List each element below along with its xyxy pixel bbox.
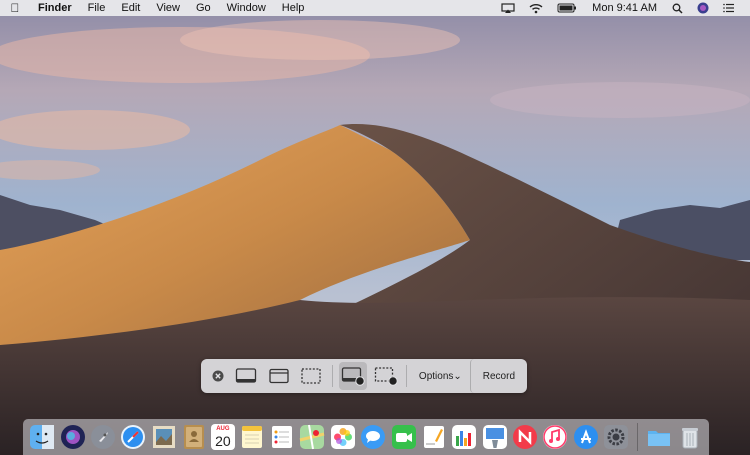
- dock-messages[interactable]: [360, 424, 386, 451]
- dock-app-store[interactable]: [573, 424, 599, 451]
- dock-keynote[interactable]: [481, 424, 507, 451]
- siri-icon: [60, 425, 85, 449]
- trash-icon: [681, 428, 698, 449]
- screenshot-toolbar: Options⌄ Record: [201, 359, 527, 393]
- menu-file[interactable]: File: [80, 0, 114, 16]
- options-menu-button[interactable]: Options⌄: [411, 362, 470, 390]
- dock-contacts[interactable]: [181, 424, 207, 451]
- notification-center-icon[interactable]: [723, 3, 735, 13]
- dock-safari[interactable]: [120, 424, 146, 451]
- calendar-month: AUG: [216, 425, 230, 432]
- apple-menu-icon[interactable]: : [0, 0, 30, 16]
- airplay-icon[interactable]: [501, 2, 515, 14]
- dock: AUG 20: [23, 419, 709, 455]
- dock-reminders[interactable]: [269, 424, 295, 451]
- dock-siri[interactable]: [59, 424, 85, 451]
- launchpad-rocket-icon: [90, 425, 115, 449]
- menu-go[interactable]: Go: [188, 0, 219, 16]
- dock-launchpad[interactable]: [90, 424, 116, 451]
- menu-bar:  Finder File Edit View Go Window Help M…: [0, 0, 750, 16]
- reminders-icon: [272, 426, 293, 448]
- menubar-clock[interactable]: Mon 9:41 AM: [592, 2, 657, 14]
- dock-downloads-folder[interactable]: [646, 424, 672, 451]
- dock-calendar[interactable]: AUG 20: [211, 424, 235, 450]
- photo-stamp-icon: [152, 426, 175, 448]
- dock-photos[interactable]: [330, 424, 356, 451]
- music-note-icon: [543, 425, 568, 449]
- capture-selection-icon: [301, 368, 322, 384]
- capture-window-icon: [269, 368, 289, 384]
- news-icon: [513, 425, 537, 449]
- record-screen-icon: [341, 367, 365, 386]
- safari-compass-icon: [121, 425, 146, 449]
- dock-pages[interactable]: [421, 424, 447, 451]
- numbers-chart-icon: [452, 425, 477, 449]
- record-entire-screen-button[interactable]: [338, 362, 368, 390]
- contacts-book-icon: [183, 425, 204, 449]
- dock-notes[interactable]: [239, 424, 265, 451]
- close-icon: [212, 370, 224, 382]
- record-selection-icon: [374, 367, 398, 386]
- close-toolbar-button[interactable]: [207, 362, 230, 390]
- siri-icon[interactable]: [697, 2, 709, 14]
- menu-view[interactable]: View: [148, 0, 188, 16]
- record-selection-button[interactable]: [371, 362, 400, 390]
- dock-numbers[interactable]: [451, 424, 477, 451]
- gear-icon: [604, 425, 629, 449]
- pages-icon: [423, 426, 444, 448]
- menu-window[interactable]: Window: [219, 0, 274, 16]
- dock-music[interactable]: [542, 424, 568, 451]
- toolbar-divider: [405, 365, 407, 387]
- capture-window-button[interactable]: [265, 362, 294, 390]
- menu-help[interactable]: Help: [274, 0, 313, 16]
- menu-finder[interactable]: Finder: [30, 0, 80, 16]
- wifi-icon[interactable]: [529, 3, 543, 14]
- keynote-podium-icon: [482, 425, 507, 449]
- messages-bubble-icon: [361, 425, 386, 449]
- capture-selection-button[interactable]: [297, 362, 326, 390]
- dock-trash[interactable]: [677, 424, 703, 451]
- notes-icon: [241, 426, 262, 448]
- dock-news[interactable]: [512, 424, 538, 451]
- dock-system-preferences[interactable]: [603, 424, 629, 451]
- app-store-icon: [573, 425, 598, 449]
- spotlight-search-icon[interactable]: [672, 3, 683, 14]
- battery-icon[interactable]: [557, 3, 577, 13]
- maps-icon: [300, 424, 325, 450]
- record-button[interactable]: Record: [469, 359, 527, 393]
- dock-maps[interactable]: [299, 424, 325, 451]
- dock-facetime[interactable]: [390, 424, 416, 451]
- capture-entire-screen-button[interactable]: [232, 362, 261, 390]
- menu-edit[interactable]: Edit: [113, 0, 148, 16]
- dock-mail-stamp[interactable]: [150, 424, 176, 451]
- capture-screen-icon: [236, 368, 257, 383]
- folder-icon: [648, 431, 671, 446]
- calendar-day: 20: [215, 432, 231, 449]
- finder-icon: [30, 425, 55, 449]
- dock-divider: [637, 423, 639, 451]
- dock-finder[interactable]: [29, 424, 55, 451]
- toolbar-divider: [331, 365, 333, 387]
- photos-flower-icon: [330, 425, 355, 449]
- facetime-camera-icon: [391, 425, 416, 449]
